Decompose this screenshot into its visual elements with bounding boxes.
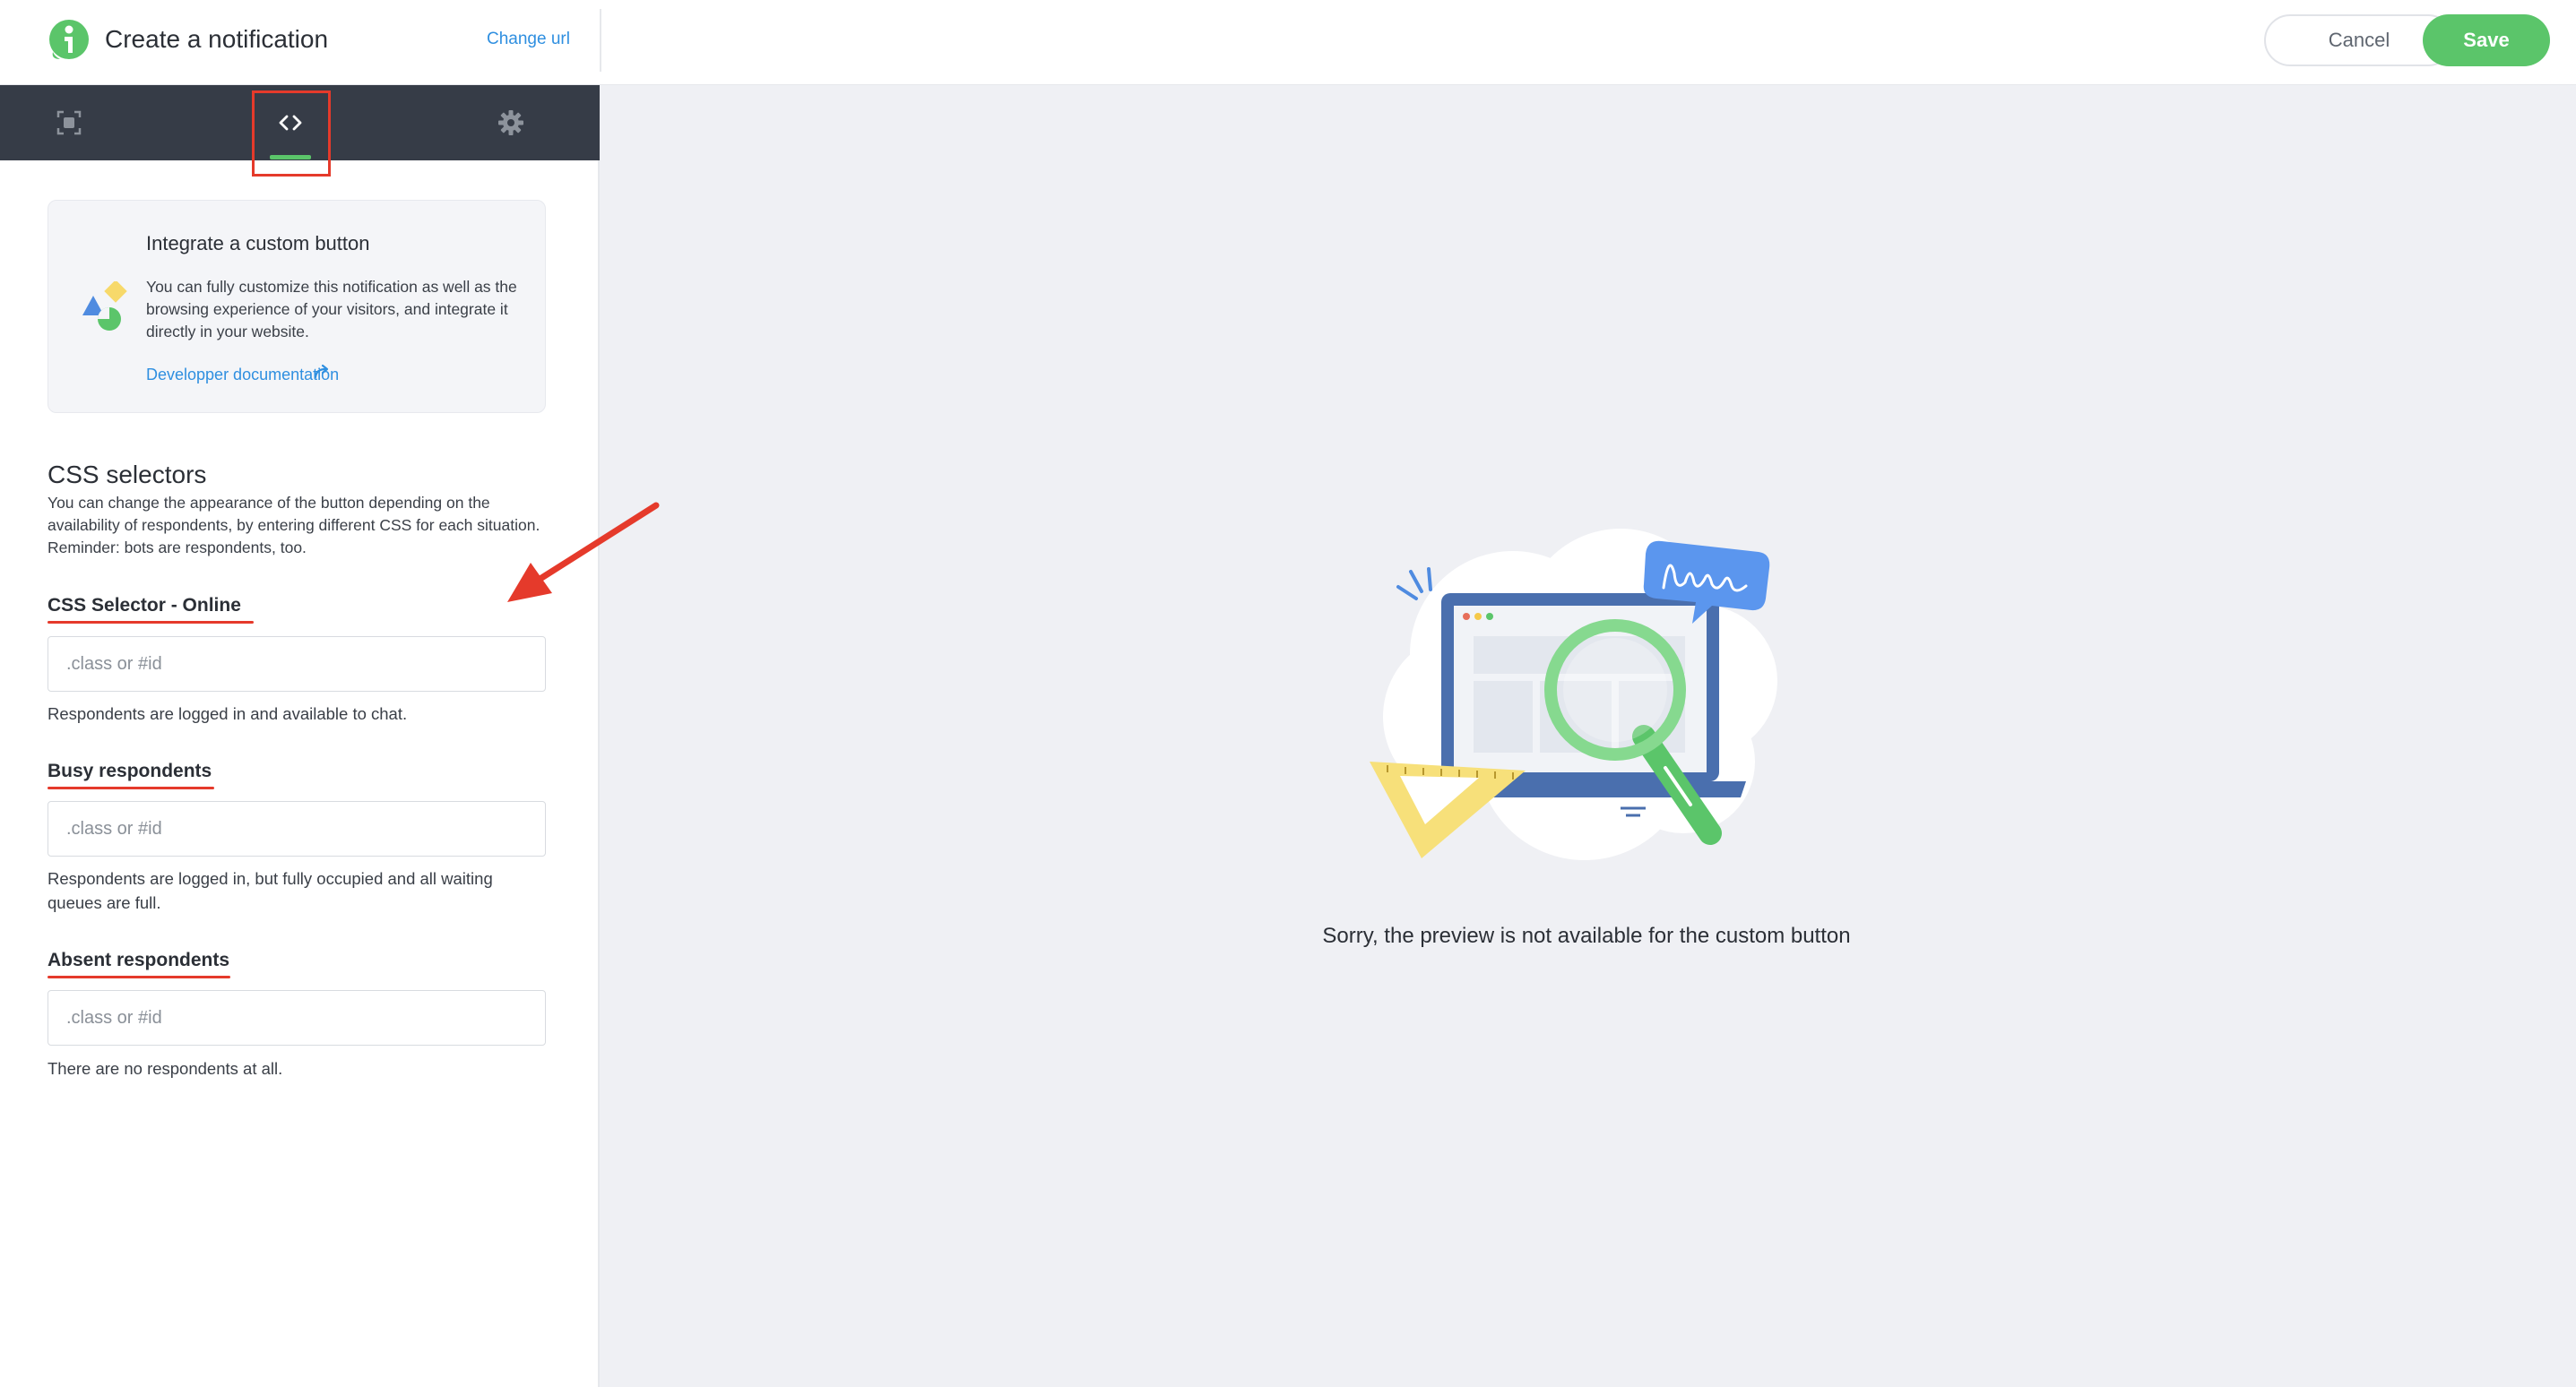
absent-label-underline <box>48 976 230 978</box>
css-selectors-description: You can change the appearance of the but… <box>48 494 540 556</box>
sidebar-panel: Integrate a custom button You can fully … <box>0 85 600 1387</box>
online-selector-label: CSS Selector - Online <box>48 595 241 616</box>
css-selectors-heading: CSS selectors <box>48 461 207 488</box>
busy-label-underline <box>48 787 214 789</box>
annotation-highlight-box <box>252 90 331 177</box>
laptop-magnifier-illustration <box>1370 529 1777 860</box>
top-header: Create a notification Change url Cancel … <box>0 0 2576 85</box>
integration-info-card: Integrate a custom button You can fully … <box>48 200 546 413</box>
focus-frame-icon <box>56 110 82 135</box>
developer-documentation-link[interactable]: Developper documentation <box>146 364 339 385</box>
change-url-link[interactable]: Change url <box>487 29 570 50</box>
online-label-underline <box>48 621 254 624</box>
tab-preview[interactable] <box>20 85 118 160</box>
online-selector-hint: Respondents are logged in and available … <box>48 704 408 723</box>
gear-icon <box>498 110 523 135</box>
busy-selector-hint: Respondents are logged in, but fully occ… <box>48 869 493 912</box>
header-divider <box>600 9 601 72</box>
annotation-arrow-icon <box>507 502 660 602</box>
share-arrow-icon <box>314 364 329 379</box>
busy-selector-input[interactable] <box>48 801 546 857</box>
online-selector-input[interactable] <box>48 636 546 692</box>
card-title: Integrate a custom button <box>146 232 370 254</box>
page-title: Create a notification <box>105 25 329 53</box>
preview-unavailable-message: Sorry, the preview is not available for … <box>1322 924 1851 948</box>
tab-settings[interactable] <box>462 85 560 160</box>
brand-logo-icon <box>49 20 89 59</box>
absent-selector-label: Absent respondents <box>48 950 230 970</box>
shapes-icon <box>82 281 127 331</box>
save-button[interactable]: Save <box>2423 14 2550 66</box>
absent-selector-input[interactable] <box>48 990 546 1046</box>
absent-selector-hint: There are no respondents at all. <box>48 1059 283 1078</box>
app-window: Create a notification Change url Cancel … <box>0 0 2576 1387</box>
busy-selector-label: Busy respondents <box>48 761 212 781</box>
card-description: You can fully customize this notificatio… <box>146 278 517 340</box>
